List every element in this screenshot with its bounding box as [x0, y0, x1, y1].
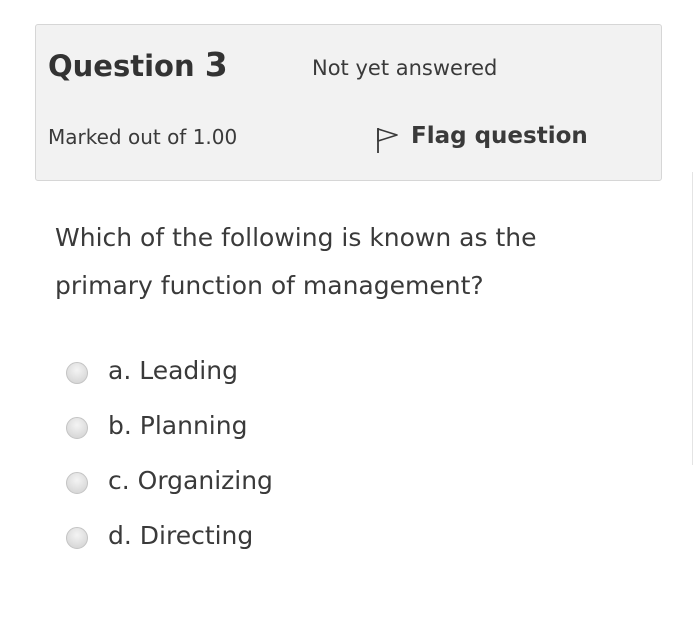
question-info-panel: Question 3 Not yet answered Marked out o… — [35, 24, 662, 181]
question-number: Question 3 — [48, 45, 228, 84]
answer-option-a[interactable]: a. Leading — [66, 343, 273, 398]
radio-button-a[interactable] — [66, 361, 88, 384]
radio-button-b[interactable] — [66, 416, 88, 439]
flag-question-button[interactable]: Flag question — [375, 119, 588, 153]
flag-question-label: Flag question — [411, 123, 588, 149]
answer-label-d: d. Directing — [108, 521, 254, 550]
answer-label-c: c. Organizing — [108, 466, 273, 495]
answer-option-c[interactable]: c. Organizing — [66, 453, 273, 508]
question-text: Which of the following is known as the p… — [55, 223, 537, 300]
question-number-value: 3 — [204, 45, 228, 84]
radio-button-d[interactable] — [66, 526, 88, 549]
answer-label-b: b. Planning — [108, 411, 248, 440]
radio-button-c[interactable] — [66, 471, 88, 494]
answer-option-b[interactable]: b. Planning — [66, 398, 273, 453]
question-grade: Marked out of 1.00 — [48, 125, 238, 149]
answer-options: a. Leading b. Planning c. Organizing d. … — [66, 343, 273, 563]
question-state: Not yet answered — [312, 56, 498, 80]
answer-option-d[interactable]: d. Directing — [66, 508, 273, 563]
side-divider — [692, 172, 693, 465]
flag-icon — [375, 126, 401, 154]
question-label: Question — [48, 49, 195, 83]
answer-label-a: a. Leading — [108, 356, 238, 385]
